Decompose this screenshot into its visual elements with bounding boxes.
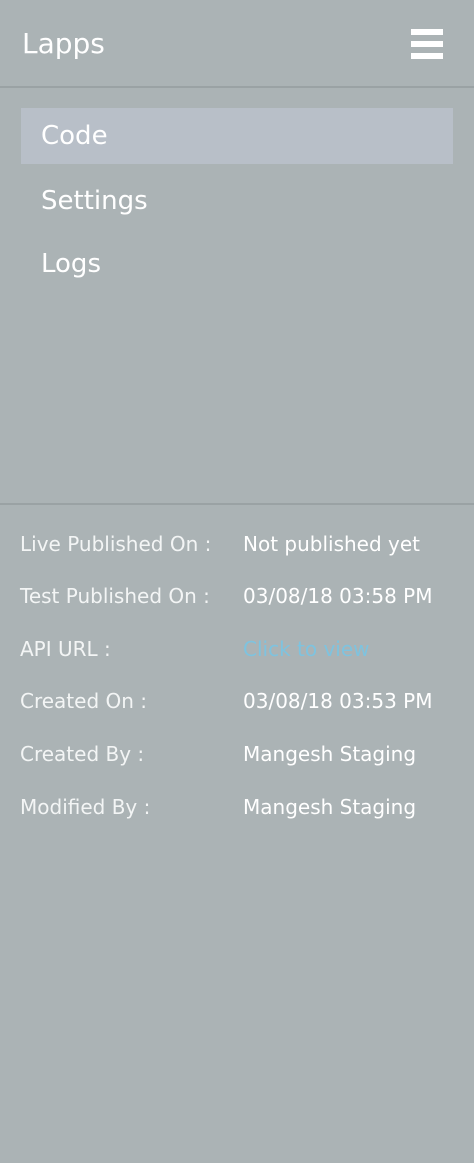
detail-value: Not published yet: [243, 532, 421, 556]
detail-row-test-published: Test Published On : 03/08/18 03:58 PM: [0, 578, 474, 614]
detail-value: Mangesh Staging: [243, 742, 417, 766]
detail-label: Live Published On :: [20, 532, 212, 556]
api-url-link[interactable]: Click to view: [243, 631, 370, 667]
app-title: Lapps: [22, 27, 105, 60]
section-divider: [0, 503, 474, 505]
nav-item-logs[interactable]: Logs: [21, 236, 453, 292]
menu-icon-bar: [411, 29, 443, 35]
menu-icon-bar: [411, 53, 443, 59]
detail-value: Mangesh Staging: [243, 795, 417, 819]
hamburger-menu-icon[interactable]: [411, 29, 443, 60]
detail-label: Modified By :: [20, 795, 151, 819]
panel-header: Lapps: [0, 0, 474, 88]
detail-label: API URL :: [20, 637, 111, 661]
detail-row-modified-by: Modified By : Mangesh Staging: [0, 789, 474, 825]
detail-value: 03/08/18 03:53 PM: [243, 689, 433, 713]
detail-value: 03/08/18 03:58 PM: [243, 584, 433, 608]
detail-row-live-published: Live Published On : Not published yet: [0, 526, 474, 562]
detail-label: Created By :: [20, 742, 145, 766]
detail-row-created-by: Created By : Mangesh Staging: [0, 736, 474, 772]
detail-label: Created On :: [20, 689, 148, 713]
side-panel: Lapps Code Settings Logs Live Published …: [0, 0, 474, 1163]
detail-row-created-on: Created On : 03/08/18 03:53 PM: [0, 683, 474, 719]
menu-icon-bar: [411, 41, 443, 47]
nav-item-settings[interactable]: Settings: [21, 173, 453, 229]
detail-label: Test Published On :: [20, 584, 210, 608]
detail-row-api-url: API URL : Click to view: [0, 631, 474, 667]
nav-item-code[interactable]: Code: [21, 108, 453, 164]
